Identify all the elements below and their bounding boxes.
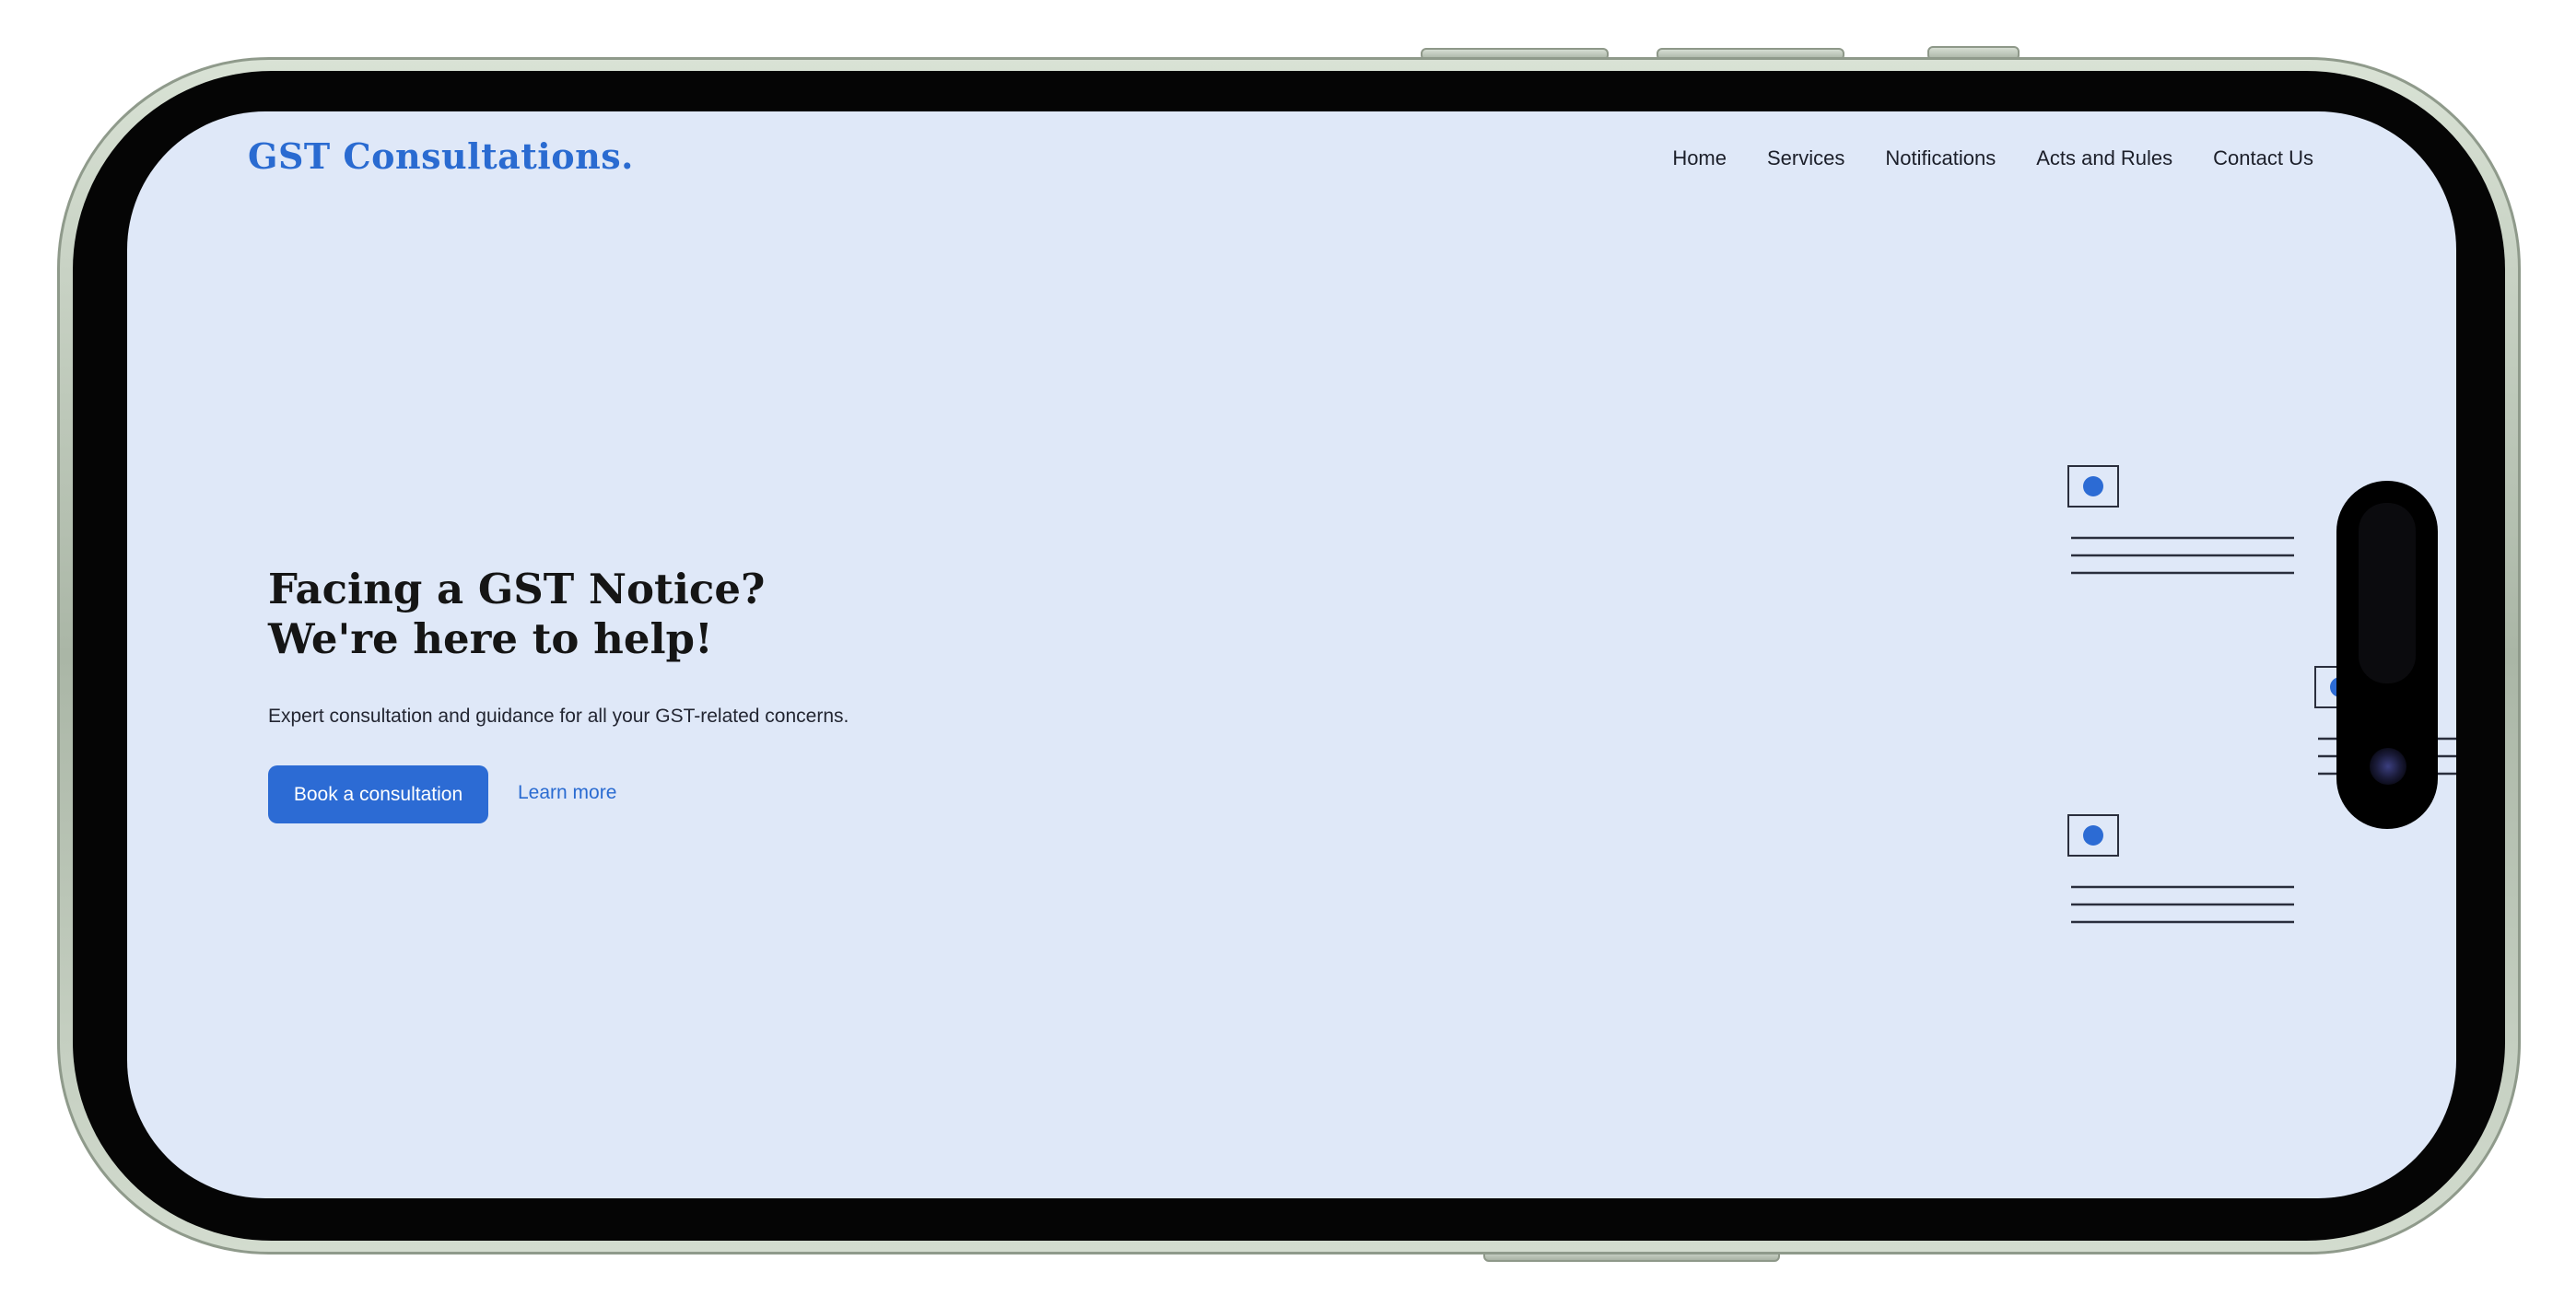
notice-card-top <box>2067 465 2294 575</box>
checkbox-icon <box>2067 465 2119 508</box>
notice-card-bottom <box>2067 814 2294 924</box>
island-sensor <box>2359 503 2416 683</box>
nav-links: Home Services Notifications Acts and Rul… <box>1672 146 2313 170</box>
book-consultation-button[interactable]: Book a consultation <box>268 765 488 823</box>
hero-title-line-1: Facing a GST Notice? <box>268 565 766 613</box>
hero-subtitle: Expert consultation and guidance for all… <box>268 706 849 727</box>
bullet-dot-icon <box>2083 825 2103 846</box>
top-navigation: GST Consultations. Home Services Notific… <box>127 111 2456 222</box>
nav-item-home[interactable]: Home <box>1672 146 1727 170</box>
nav-item-notifications[interactable]: Notifications <box>1885 146 1996 170</box>
dynamic-island <box>2336 481 2438 829</box>
hero-title-line-2: We're here to help! <box>268 614 713 663</box>
site-logo[interactable]: GST Consultations. <box>248 135 634 177</box>
front-camera-icon <box>2370 748 2406 785</box>
nav-item-services[interactable]: Services <box>1767 146 1844 170</box>
nav-item-contact-us[interactable]: Contact Us <box>2213 146 2313 170</box>
screen: GST Consultations. Home Services Notific… <box>127 111 2456 1198</box>
checkbox-icon <box>2067 814 2119 857</box>
device-mockup: GST Consultations. Home Services Notific… <box>0 0 2576 1307</box>
learn-more-link[interactable]: Learn more <box>518 782 616 804</box>
hero-title: Facing a GST Notice? We're here to help! <box>268 565 765 664</box>
bullet-dot-icon <box>2083 476 2103 496</box>
nav-item-acts-and-rules[interactable]: Acts and Rules <box>2036 146 2172 170</box>
